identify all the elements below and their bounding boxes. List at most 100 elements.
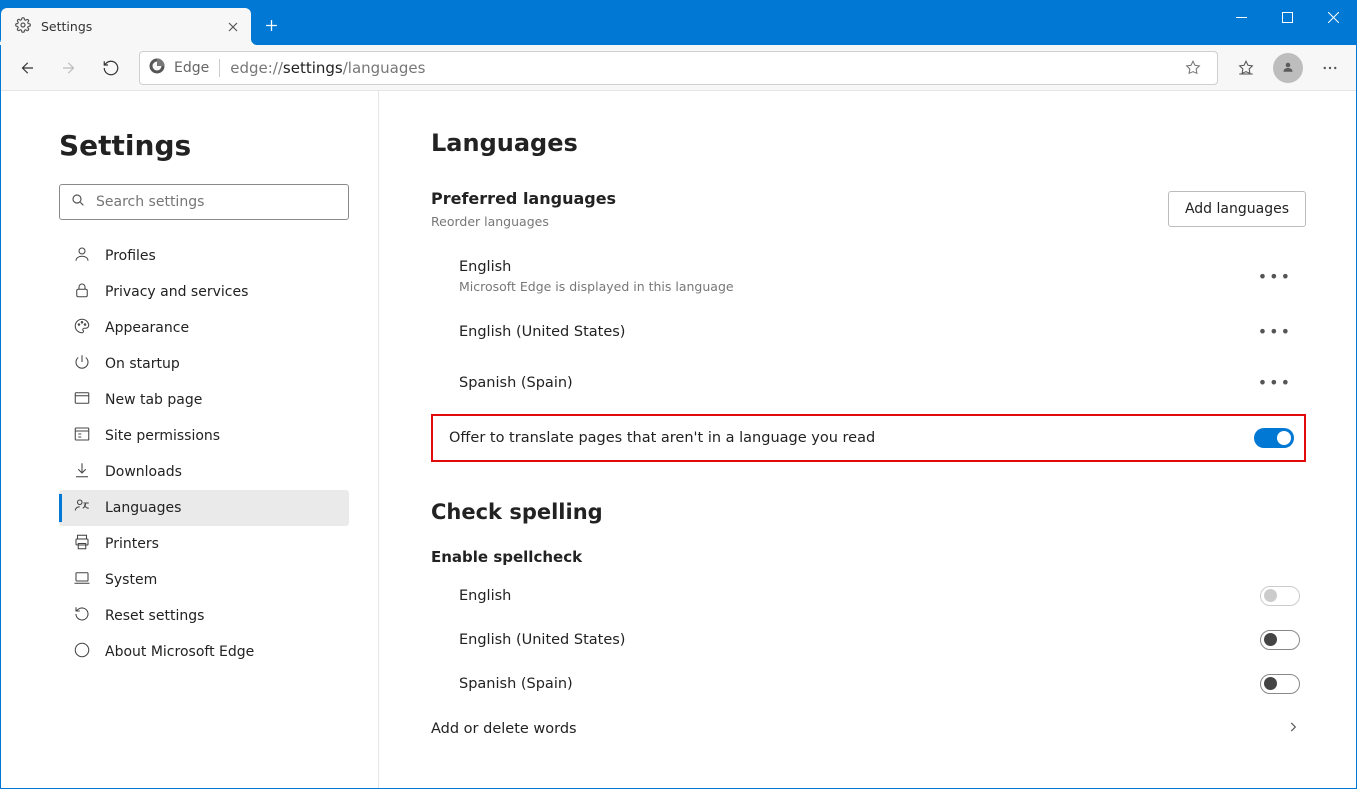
sidebar-item-label: Printers: [105, 536, 159, 552]
language-more-button[interactable]: •••: [1250, 369, 1300, 396]
menu-button[interactable]: [1310, 48, 1350, 88]
spellcheck-toggle[interactable]: [1260, 674, 1300, 694]
spellcheck-language-name: English: [459, 588, 511, 604]
sidebar-item-label: About Microsoft Edge: [105, 644, 254, 660]
check-spelling-heading: Check spelling: [431, 500, 1306, 524]
enable-spellcheck-label: Enable spellcheck: [431, 548, 1306, 566]
language-row: English Microsoft Edge is displayed in th…: [431, 247, 1306, 306]
site-identity-label: Edge: [174, 60, 209, 76]
sidebar-item-label: On startup: [105, 356, 180, 372]
spellcheck-toggle[interactable]: [1260, 630, 1300, 650]
sidebar-item-label: Downloads: [105, 464, 182, 480]
palette-icon: [73, 317, 91, 339]
site-identity[interactable]: Edge: [148, 57, 209, 79]
person-icon: [73, 245, 91, 267]
sidebar-item-site-permissions[interactable]: Site permissions: [59, 418, 349, 454]
content: Settings Profiles Privacy and services App…: [1, 91, 1356, 788]
translate-offer-toggle[interactable]: [1254, 428, 1294, 448]
window-controls: [1218, 1, 1356, 33]
sidebar-item-languages[interactable]: Languages: [59, 490, 349, 526]
browser-tab[interactable]: Settings: [1, 8, 251, 45]
titlebar: Settings: [1, 1, 1356, 45]
url-text: edge://settings/languages: [230, 59, 425, 77]
reset-icon: [73, 605, 91, 627]
spellcheck-row: Spanish (Spain): [431, 662, 1306, 706]
avatar-icon: [1273, 53, 1303, 83]
sidebar-item-label: Appearance: [105, 320, 189, 336]
language-more-button[interactable]: •••: [1250, 263, 1300, 290]
edge-logo-icon: [148, 57, 166, 79]
permissions-icon: [73, 425, 91, 447]
search-icon: [70, 192, 86, 212]
language-icon: [73, 497, 91, 519]
sidebar-item-profiles[interactable]: Profiles: [59, 238, 349, 274]
close-tab-button[interactable]: [225, 19, 241, 35]
translate-offer-label: Offer to translate pages that aren't in …: [449, 430, 875, 446]
sidebar-item-label: New tab page: [105, 392, 202, 408]
refresh-button[interactable]: [91, 48, 131, 88]
tab-title: Settings: [41, 19, 215, 34]
sidebar-item-about-microsoft-edge[interactable]: About Microsoft Edge: [59, 634, 349, 670]
add-delete-words-label: Add or delete words: [431, 721, 577, 737]
spellcheck-list: English English (United States) Spanish (S…: [431, 574, 1306, 706]
spellcheck-row: English (United States): [431, 618, 1306, 662]
separator: [219, 59, 220, 77]
window-icon: [73, 389, 91, 411]
sidebar-item-system[interactable]: System: [59, 562, 349, 598]
forward-button[interactable]: [49, 48, 89, 88]
preferred-caption: Reorder languages: [431, 214, 616, 229]
back-button[interactable]: [7, 48, 47, 88]
sidebar-item-reset-settings[interactable]: Reset settings: [59, 598, 349, 634]
toolbar: Edge edge://settings/languages: [1, 45, 1356, 91]
spellcheck-toggle[interactable]: [1260, 586, 1300, 606]
maximize-button[interactable]: [1264, 1, 1310, 33]
spellcheck-language-name: English (United States): [459, 632, 625, 648]
profile-button[interactable]: [1268, 48, 1308, 88]
language-row: English (United States) •••: [431, 306, 1306, 357]
sidebar-item-label: Site permissions: [105, 428, 220, 444]
settings-sidebar: Settings Profiles Privacy and services App…: [1, 91, 379, 788]
search-input[interactable]: [96, 194, 338, 210]
sidebar-item-new-tab-page[interactable]: New tab page: [59, 382, 349, 418]
settings-nav: Profiles Privacy and services Appearance On…: [59, 238, 350, 670]
sidebar-item-on-startup[interactable]: On startup: [59, 346, 349, 382]
chevron-right-icon: [1286, 720, 1300, 738]
favorite-star-icon[interactable]: [1177, 52, 1209, 84]
preferred-heading: Preferred languages: [431, 189, 616, 208]
languages-heading: Languages: [431, 129, 1306, 157]
new-tab-button[interactable]: [255, 9, 287, 41]
sidebar-item-label: Reset settings: [105, 608, 204, 624]
settings-main: Languages Preferred languages Reorder la…: [379, 91, 1356, 788]
preferred-languages-list: English Microsoft Edge is displayed in th…: [431, 247, 1306, 408]
spellcheck-language-name: Spanish (Spain): [459, 676, 573, 692]
lock-icon: [73, 281, 91, 303]
edge-icon: [73, 641, 91, 663]
spellcheck-row: English: [431, 574, 1306, 618]
close-window-button[interactable]: [1310, 1, 1356, 33]
laptop-icon: [73, 569, 91, 591]
preferred-languages-header: Preferred languages Reorder languages Ad…: [431, 189, 1306, 229]
language-subtext: Microsoft Edge is displayed in this lang…: [459, 279, 734, 294]
sidebar-item-label: Privacy and services: [105, 284, 248, 300]
language-more-button[interactable]: •••: [1250, 318, 1300, 345]
language-row: Spanish (Spain) •••: [431, 357, 1306, 408]
sidebar-item-printers[interactable]: Printers: [59, 526, 349, 562]
add-languages-button[interactable]: Add languages: [1168, 191, 1306, 227]
address-bar[interactable]: Edge edge://settings/languages: [139, 51, 1218, 85]
download-icon: [73, 461, 91, 483]
language-name: Spanish (Spain): [459, 375, 573, 391]
translate-offer-row: Offer to translate pages that aren't in …: [431, 414, 1306, 462]
sidebar-item-label: System: [105, 572, 157, 588]
printer-icon: [73, 533, 91, 555]
sidebar-item-appearance[interactable]: Appearance: [59, 310, 349, 346]
minimize-button[interactable]: [1218, 1, 1264, 33]
page-title: Settings: [59, 129, 350, 162]
language-name: English (United States): [459, 324, 625, 340]
settings-search[interactable]: [59, 184, 349, 220]
sidebar-item-downloads[interactable]: Downloads: [59, 454, 349, 490]
favorites-button[interactable]: [1226, 48, 1266, 88]
add-delete-words-row[interactable]: Add or delete words: [431, 706, 1306, 752]
language-name: English: [459, 259, 734, 275]
sidebar-item-privacy-and-services[interactable]: Privacy and services: [59, 274, 349, 310]
gear-icon: [15, 17, 31, 37]
